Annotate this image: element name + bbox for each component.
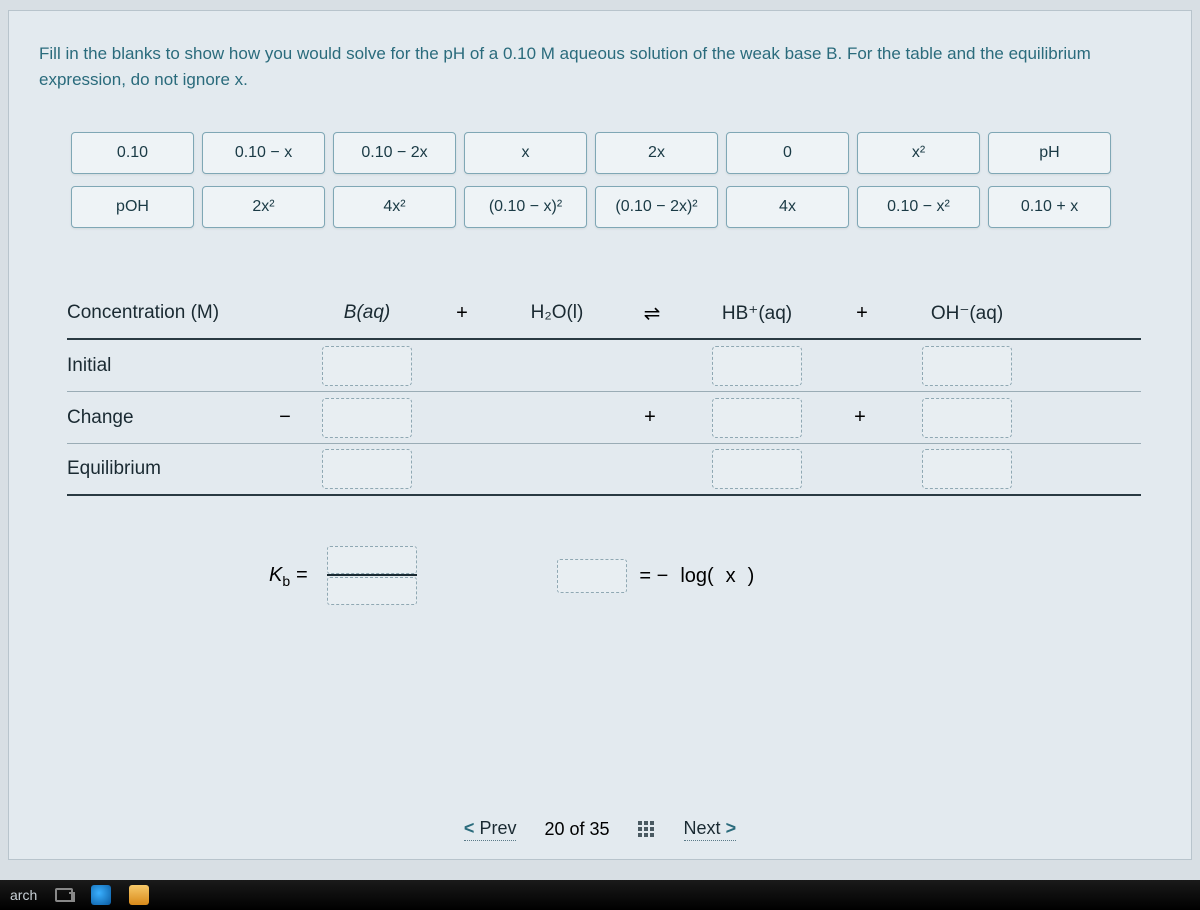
tile[interactable]: pH [988, 132, 1111, 174]
species-hb: HB⁺(aq) [687, 302, 827, 325]
tile[interactable]: 0.10 − x [202, 132, 325, 174]
equals-neg: = − [639, 565, 668, 588]
tile-row-1: 0.10 0.10 − x 0.10 − 2x x 2x 0 x² pH [71, 132, 1161, 174]
log-open: log( [680, 565, 713, 588]
worksheet-page: Fill in the blanks to show how you would… [8, 10, 1192, 860]
tile[interactable]: 0.10 − 2x [333, 132, 456, 174]
row-label-change: Change [67, 407, 267, 429]
os-taskbar: arch [0, 880, 1200, 910]
tile[interactable]: x² [857, 132, 980, 174]
drop-slot[interactable] [322, 398, 412, 438]
concentration-label: Concentration (M) [67, 302, 267, 324]
drop-slot[interactable] [922, 346, 1012, 386]
drop-slot[interactable] [922, 449, 1012, 489]
kb-expression: Kb = = − log( x ) [269, 546, 1161, 606]
tile[interactable]: 2x [595, 132, 718, 174]
minus-sign: − [267, 406, 307, 429]
tile[interactable]: 0.10 + x [988, 186, 1111, 228]
question-counter: 20 of 35 [544, 819, 609, 840]
drop-slot[interactable] [327, 546, 417, 574]
species-h2o: H₂O(l) [497, 302, 617, 324]
kb-label: Kb = [269, 564, 307, 589]
log-expression: = − log( x ) [557, 559, 754, 593]
tile[interactable]: 2x² [202, 186, 325, 228]
plus-op: + [427, 302, 497, 325]
search-text[interactable]: arch [10, 887, 37, 903]
row-label-initial: Initial [67, 355, 267, 377]
drop-slot[interactable] [922, 398, 1012, 438]
ice-row-initial: Initial [67, 340, 1141, 392]
ice-row-change: Change − + + [67, 392, 1141, 444]
equilibrium-arrow-icon: ⇌ [617, 301, 687, 326]
plus-sign: + [617, 406, 687, 429]
drop-slot[interactable] [712, 398, 802, 438]
file-explorer-icon[interactable] [129, 885, 149, 905]
chevron-left-icon: < [464, 818, 475, 838]
tile[interactable]: 0.10 − x² [857, 186, 980, 228]
tile[interactable]: x [464, 132, 587, 174]
tile[interactable]: 0.10 [71, 132, 194, 174]
ice-table: Concentration (M) B(aq) + H₂O(l) ⇌ HB⁺(a… [67, 288, 1141, 496]
plus-op: + [827, 302, 897, 325]
grid-icon[interactable] [638, 821, 656, 839]
drop-slot[interactable] [712, 449, 802, 489]
species-oh: OH⁻(aq) [897, 302, 1037, 325]
ice-row-equilibrium: Equilibrium [67, 444, 1141, 496]
ice-header-row: Concentration (M) B(aq) + H₂O(l) ⇌ HB⁺(a… [67, 288, 1141, 340]
drop-slot[interactable] [322, 346, 412, 386]
question-text: Fill in the blanks to show how you would… [39, 41, 1161, 92]
kb-fraction [327, 546, 417, 606]
tile[interactable]: 4x [726, 186, 849, 228]
row-label-equilibrium: Equilibrium [67, 458, 267, 480]
answer-tiles: 0.10 0.10 − x 0.10 − 2x x 2x 0 x² pH pOH… [71, 132, 1161, 228]
chevron-right-icon: > [726, 818, 737, 838]
tile[interactable]: 4x² [333, 186, 456, 228]
tile[interactable]: pOH [71, 186, 194, 228]
species-b: B(aq) [307, 302, 427, 324]
log-close: ) [748, 565, 755, 588]
tile[interactable]: 0 [726, 132, 849, 174]
drop-slot[interactable] [557, 559, 627, 593]
plus-sign: + [827, 406, 897, 429]
tile[interactable]: (0.10 − x)² [464, 186, 587, 228]
tile-row-2: pOH 2x² 4x² (0.10 − x)² (0.10 − 2x)² 4x … [71, 186, 1161, 228]
tile[interactable]: (0.10 − 2x)² [595, 186, 718, 228]
log-var: x [726, 565, 736, 588]
cortana-icon[interactable] [91, 885, 111, 905]
next-button[interactable]: Next > [684, 818, 737, 841]
drop-slot[interactable] [712, 346, 802, 386]
drop-slot[interactable] [327, 577, 417, 605]
prev-button[interactable]: < Prev [464, 818, 517, 841]
drop-slot[interactable] [322, 449, 412, 489]
question-nav: < Prev 20 of 35 Next > [9, 818, 1191, 841]
